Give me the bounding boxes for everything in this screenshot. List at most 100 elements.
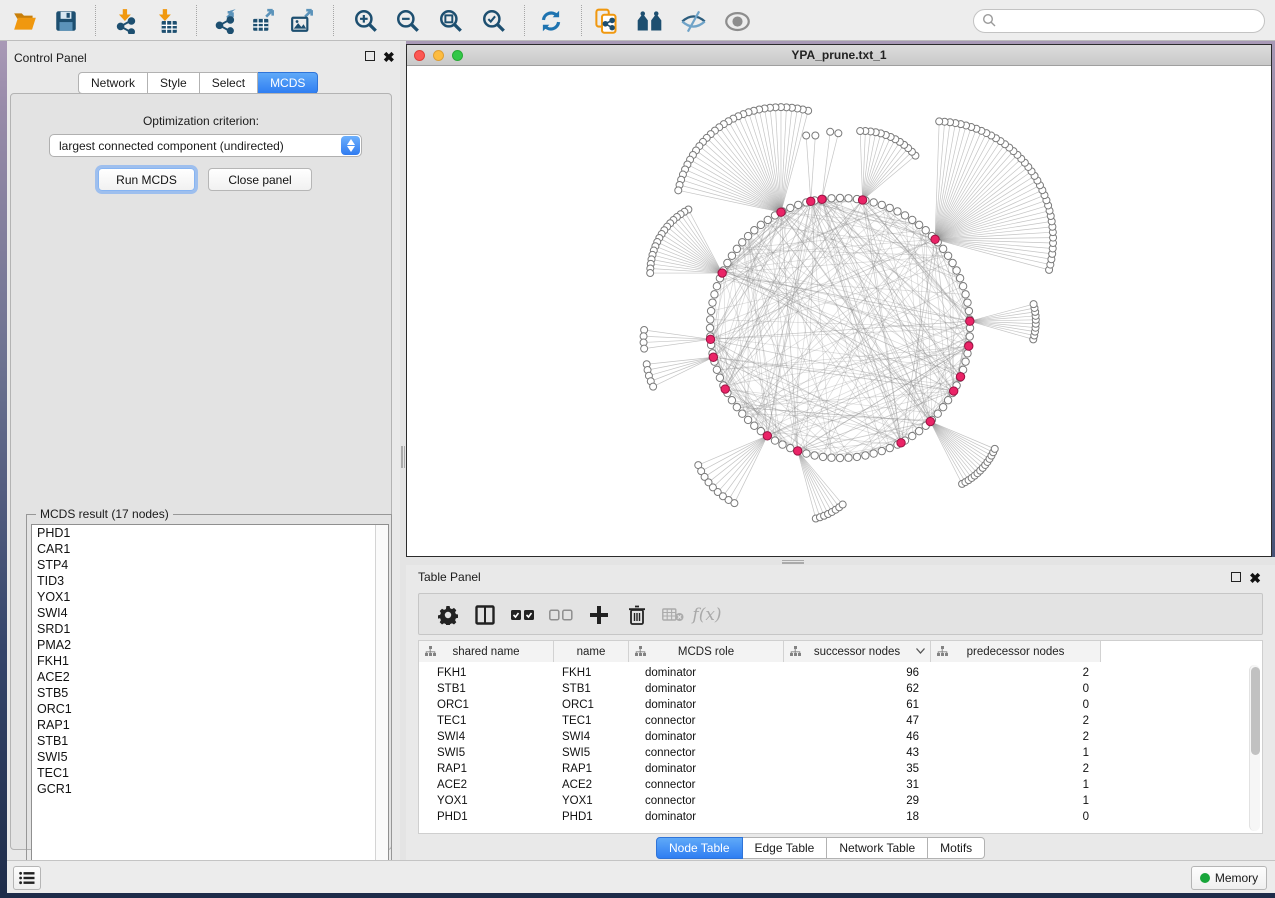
network-node[interactable] bbox=[803, 132, 810, 139]
network-node[interactable] bbox=[836, 454, 843, 461]
mcds-result-item[interactable]: STB5 bbox=[32, 685, 388, 701]
network-node[interactable] bbox=[839, 501, 846, 508]
network-node[interactable] bbox=[707, 316, 714, 323]
zoom-in-icon[interactable] bbox=[352, 7, 380, 35]
network-node[interactable] bbox=[901, 212, 908, 219]
table-scrollbar[interactable] bbox=[1249, 665, 1260, 831]
memory-button[interactable]: Memory bbox=[1191, 866, 1267, 890]
network-node[interactable] bbox=[728, 252, 735, 259]
add-icon[interactable] bbox=[585, 602, 613, 628]
mcds-node[interactable] bbox=[926, 417, 934, 425]
tab-network-table[interactable]: Network Table bbox=[827, 837, 928, 859]
mcds-node[interactable] bbox=[721, 385, 729, 393]
network-node[interactable] bbox=[641, 345, 648, 352]
network-node[interactable] bbox=[706, 324, 713, 331]
search-field[interactable] bbox=[973, 9, 1265, 33]
network-node[interactable] bbox=[939, 403, 946, 410]
table-row[interactable]: FKH1FKH1dominator962 bbox=[419, 665, 1101, 681]
mcds-node[interactable] bbox=[931, 235, 939, 243]
refresh-icon[interactable] bbox=[537, 7, 565, 35]
deselect-all-icon[interactable] bbox=[547, 602, 575, 628]
mcds-node[interactable] bbox=[706, 335, 714, 343]
network-node[interactable] bbox=[811, 452, 818, 459]
mcds-result-item[interactable]: GCR1 bbox=[32, 781, 388, 797]
delete-table-icon[interactable] bbox=[659, 602, 687, 628]
float-panel-icon[interactable] bbox=[365, 51, 375, 61]
table-row[interactable]: PHD1PHD1dominator180 bbox=[419, 809, 1101, 825]
column-header-MCDS-role[interactable]: MCDS role bbox=[629, 641, 784, 662]
network-node[interactable] bbox=[845, 195, 852, 202]
network-node[interactable] bbox=[949, 259, 956, 266]
network-node[interactable] bbox=[909, 216, 916, 223]
network-node[interactable] bbox=[964, 299, 971, 306]
search-input[interactable] bbox=[996, 14, 1264, 28]
network-node[interactable] bbox=[991, 445, 998, 452]
network-node[interactable] bbox=[956, 275, 963, 282]
export-table-icon[interactable] bbox=[250, 7, 278, 35]
export-network-icon[interactable] bbox=[212, 7, 240, 35]
network-canvas[interactable] bbox=[407, 66, 1271, 556]
column-view-icon[interactable] bbox=[471, 602, 499, 628]
network-node[interactable] bbox=[739, 410, 746, 417]
mcds-node[interactable] bbox=[718, 269, 726, 277]
mcds-result-item[interactable]: SWI4 bbox=[32, 605, 388, 621]
network-node[interactable] bbox=[959, 283, 966, 290]
tab-node-table[interactable]: Node Table bbox=[656, 837, 743, 859]
network-node[interactable] bbox=[779, 441, 786, 448]
zoom-selected-icon[interactable] bbox=[480, 7, 508, 35]
network-node[interactable] bbox=[764, 216, 771, 223]
table-row[interactable]: RAP1RAP1dominator352 bbox=[419, 761, 1101, 777]
network-node[interactable] bbox=[965, 307, 972, 314]
tab-style[interactable]: Style bbox=[148, 72, 200, 94]
network-window-titlebar[interactable]: YPA_prune.txt_1 bbox=[407, 45, 1271, 66]
network-node[interactable] bbox=[744, 416, 751, 423]
network-node[interactable] bbox=[870, 450, 877, 457]
gear-icon[interactable] bbox=[434, 602, 462, 628]
close-panel-icon[interactable]: ✖ bbox=[1249, 573, 1261, 583]
network-node[interactable] bbox=[757, 221, 764, 228]
network-node[interactable] bbox=[751, 227, 758, 234]
mcds-result-item[interactable]: YOX1 bbox=[32, 589, 388, 605]
mcds-node[interactable] bbox=[950, 387, 958, 395]
network-node[interactable] bbox=[733, 245, 740, 252]
mcds-node[interactable] bbox=[818, 195, 826, 203]
network-node[interactable] bbox=[827, 128, 834, 135]
column-header-successor-nodes[interactable]: successor nodes bbox=[784, 641, 931, 662]
network-node[interactable] bbox=[713, 366, 720, 373]
open-folder-icon[interactable] bbox=[11, 7, 39, 35]
network-node[interactable] bbox=[962, 358, 969, 365]
network-node[interactable] bbox=[857, 128, 864, 135]
network-node[interactable] bbox=[812, 132, 819, 139]
network-node[interactable] bbox=[909, 432, 916, 439]
network-node[interactable] bbox=[787, 444, 794, 451]
network-node[interactable] bbox=[934, 410, 941, 417]
column-header-shared-name[interactable]: shared name bbox=[419, 641, 554, 662]
mcds-node[interactable] bbox=[965, 342, 973, 350]
table-row[interactable]: STB1STB1dominator620 bbox=[419, 681, 1101, 697]
table-row[interactable]: ACE2ACE2connector311 bbox=[419, 777, 1101, 793]
run-mcds-button[interactable]: Run MCDS bbox=[98, 168, 195, 191]
network-node[interactable] bbox=[886, 204, 893, 211]
mcds-result-item[interactable]: TID3 bbox=[32, 573, 388, 589]
network-node[interactable] bbox=[787, 204, 794, 211]
mcds-node[interactable] bbox=[793, 447, 801, 455]
optimization-criterion-select[interactable]: largest connected component (undirected) bbox=[49, 134, 362, 157]
mcds-result-item[interactable]: TEC1 bbox=[32, 765, 388, 781]
mcds-result-item[interactable]: RAP1 bbox=[32, 717, 388, 733]
network-node[interactable] bbox=[716, 374, 723, 381]
select-all-icon[interactable] bbox=[509, 602, 537, 628]
delete-icon[interactable] bbox=[623, 602, 651, 628]
network-node[interactable] bbox=[713, 283, 720, 290]
network-node[interactable] bbox=[1030, 301, 1037, 308]
zoom-fit-icon[interactable] bbox=[437, 7, 465, 35]
tab-mcds[interactable]: MCDS bbox=[258, 72, 318, 94]
network-node[interactable] bbox=[878, 201, 885, 208]
mcds-result-item[interactable]: CAR1 bbox=[32, 541, 388, 557]
network-node[interactable] bbox=[964, 350, 971, 357]
close-panel-button[interactable]: Close panel bbox=[208, 168, 312, 191]
mcds-node[interactable] bbox=[897, 439, 905, 447]
mcds-result-item[interactable]: PHD1 bbox=[32, 525, 388, 541]
table-row[interactable]: TEC1TEC1connector472 bbox=[419, 713, 1101, 729]
close-panel-icon[interactable]: ✖ bbox=[383, 52, 395, 62]
network-node[interactable] bbox=[751, 422, 758, 429]
